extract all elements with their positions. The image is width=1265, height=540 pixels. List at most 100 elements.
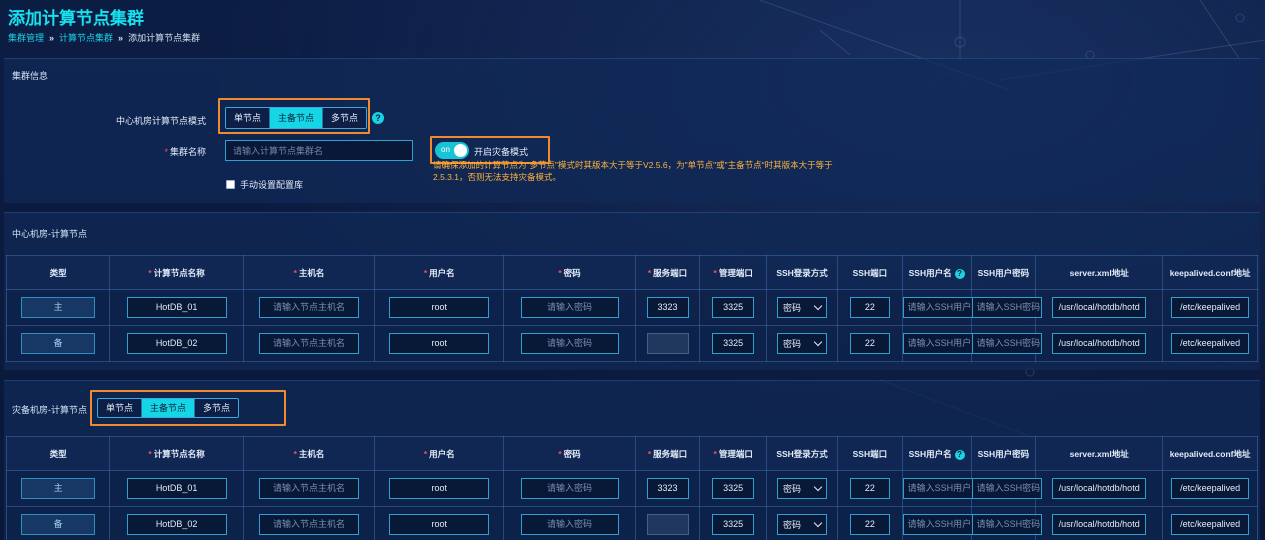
table-cell: 主 (5, 289, 111, 326)
ssh-port-input[interactable]: 22 (849, 333, 890, 354)
table-cell: root (374, 470, 505, 507)
dr-mode-option-single[interactable]: 单节点 (98, 399, 143, 417)
column-header: * 服务端口 (634, 255, 701, 290)
ssh-user-input[interactable]: 请输入SSH用户 (902, 514, 973, 535)
ssh-port-input[interactable]: 22 (849, 478, 890, 499)
ssh-method-select[interactable]: 密码 (777, 478, 828, 499)
mode-option-multi[interactable]: 多节点 (323, 108, 367, 128)
server-xml-input[interactable]: /usr/local/hotdb/hotd (1052, 478, 1147, 499)
column-header-label: server.xml地址 (1069, 267, 1129, 278)
manage-port-input[interactable]: 3325 (712, 478, 755, 499)
node-name-input[interactable]: HotDB_02 (126, 333, 227, 354)
table-row: 备 HotDB_02 请输入节点主机名 root 请输入密码 3325 密码 22 请输入SSH… (5, 506, 1258, 540)
column-header-label: SSH用户名 (908, 267, 952, 278)
node-name-input[interactable]: HotDB_02 (126, 514, 227, 535)
service-port-input[interactable] (646, 514, 689, 535)
table-cell: HotDB_01 (109, 470, 244, 507)
required-marker: * (558, 267, 562, 278)
checkbox-label: 手动设置配置库 (240, 180, 304, 190)
help-icon[interactable]: ? (954, 449, 965, 460)
keepalived-input[interactable]: /etc/keepalived (1171, 514, 1250, 535)
service-port-input[interactable]: 3323 (646, 297, 689, 318)
dr-mode-option-master-slave[interactable]: 主备节点 (142, 399, 196, 417)
required-marker: * (423, 448, 428, 459)
password-input[interactable]: 请输入密码 (520, 333, 619, 354)
column-header: SSH端口 (837, 255, 903, 290)
ssh-password-input[interactable]: 请输入SSH密码 (971, 333, 1042, 354)
username-input[interactable]: root (389, 478, 490, 499)
password-input[interactable]: 请输入密码 (520, 478, 619, 499)
keepalived-input[interactable]: /etc/keepalived (1171, 333, 1250, 354)
column-header-label: 密码 (563, 267, 581, 278)
cluster-name-input[interactable] (225, 140, 413, 161)
table-cell: 请输入密码 (503, 506, 636, 540)
ssh-password-input[interactable]: 请输入SSH密码 (971, 478, 1042, 499)
mode-option-master-slave[interactable]: 主备节点 (270, 108, 324, 128)
table-row: 主 HotDB_01 请输入节点主机名 root 请输入密码 3323 3325 密码 22 请输… (5, 289, 1258, 326)
hostname-input[interactable]: 请输入节点主机名 (259, 297, 359, 318)
table-cell (634, 325, 701, 362)
table-cell: /etc/keepalived (1162, 506, 1258, 540)
table-cell: 请输入SSH用户 (901, 325, 973, 362)
manage-port-input[interactable]: 3325 (712, 333, 755, 354)
breadcrumb-compute-cluster[interactable]: 计算节点集群 (59, 31, 113, 44)
ssh-port-input[interactable]: 22 (849, 514, 890, 535)
table-cell: 22 (837, 289, 903, 326)
required-marker: * (713, 448, 717, 459)
server-xml-input[interactable]: /usr/local/hotdb/hotd (1052, 333, 1147, 354)
keepalived-input[interactable]: /etc/keepalived (1171, 297, 1250, 318)
mode-option-single[interactable]: 单节点 (226, 108, 271, 128)
column-header: SSH用户名? (901, 436, 972, 471)
table-cell: /usr/local/hotdb/hotd (1035, 506, 1164, 540)
breadcrumb-cluster-management[interactable]: 集群管理 (8, 31, 44, 44)
service-port-input[interactable]: 3323 (646, 478, 689, 499)
table-row: 主 HotDB_01 请输入节点主机名 root 请输入密码 3323 3325 密码 22 请输… (5, 470, 1258, 507)
table-cell: 3323 (634, 289, 701, 326)
required-marker: * (647, 448, 652, 459)
manage-port-input[interactable]: 3325 (712, 297, 755, 318)
ssh-password-input[interactable]: 请输入SSH密码 (971, 297, 1042, 318)
disaster-recovery-toggle[interactable]: on (435, 142, 469, 159)
password-input[interactable]: 请输入密码 (520, 297, 619, 318)
table-cell: 请输入SSH用户 (901, 470, 973, 507)
ssh-method-select[interactable]: 密码 (777, 297, 828, 318)
column-header: SSH用户密码 (970, 436, 1037, 471)
breadcrumb: 集群管理 » 计算节点集群 » 添加计算节点集群 (8, 31, 200, 44)
node-name-input[interactable]: HotDB_01 (126, 297, 227, 318)
column-header-label: 管理端口 (718, 448, 753, 459)
password-input[interactable]: 请输入密码 (520, 514, 619, 535)
hostname-input[interactable]: 请输入节点主机名 (259, 478, 359, 499)
column-header: * 主机名 (242, 436, 376, 471)
ssh-user-input[interactable]: 请输入SSH用户 (902, 333, 973, 354)
dr-mode-option-multi[interactable]: 多节点 (195, 399, 239, 417)
dr-mode-selector: 单节点 主备节点 多节点 (97, 398, 240, 418)
ssh-user-input[interactable]: 请输入SSH用户 (902, 478, 973, 499)
table-cell: 22 (837, 470, 903, 507)
service-port-input[interactable] (646, 333, 689, 354)
username-input[interactable]: root (389, 333, 490, 354)
checkbox[interactable] (226, 180, 235, 189)
ssh-user-input[interactable]: 请输入SSH用户 (902, 297, 973, 318)
hostname-input[interactable]: 请输入节点主机名 (259, 514, 359, 535)
table-cell: /etc/keepalived (1162, 470, 1258, 507)
table-cell: 请输入SSH用户 (901, 289, 973, 326)
column-header-label: 管理端口 (718, 267, 753, 278)
ssh-method-select[interactable]: 密码 (777, 514, 828, 535)
username-input[interactable]: root (389, 514, 490, 535)
ssh-password-input[interactable]: 请输入SSH密码 (971, 514, 1042, 535)
server-xml-input[interactable]: /usr/local/hotdb/hotd (1052, 297, 1147, 318)
table-cell: 密码 (766, 289, 839, 326)
username-input[interactable]: root (389, 297, 490, 318)
server-xml-input[interactable]: /usr/local/hotdb/hotd (1052, 514, 1147, 535)
column-header: 类型 (5, 255, 111, 290)
manual-config-checkbox-row[interactable]: 手动设置配置库 (226, 178, 303, 191)
keepalived-input[interactable]: /etc/keepalived (1171, 478, 1250, 499)
ssh-port-input[interactable]: 22 (849, 297, 890, 318)
ssh-method-select[interactable]: 密码 (777, 333, 828, 354)
node-name-input[interactable]: HotDB_01 (126, 478, 227, 499)
manage-port-input[interactable]: 3325 (712, 514, 755, 535)
help-icon[interactable]: ? (372, 112, 384, 124)
hostname-input[interactable]: 请输入节点主机名 (259, 333, 359, 354)
help-icon[interactable]: ? (954, 268, 965, 279)
table-cell: 密码 (766, 470, 839, 507)
